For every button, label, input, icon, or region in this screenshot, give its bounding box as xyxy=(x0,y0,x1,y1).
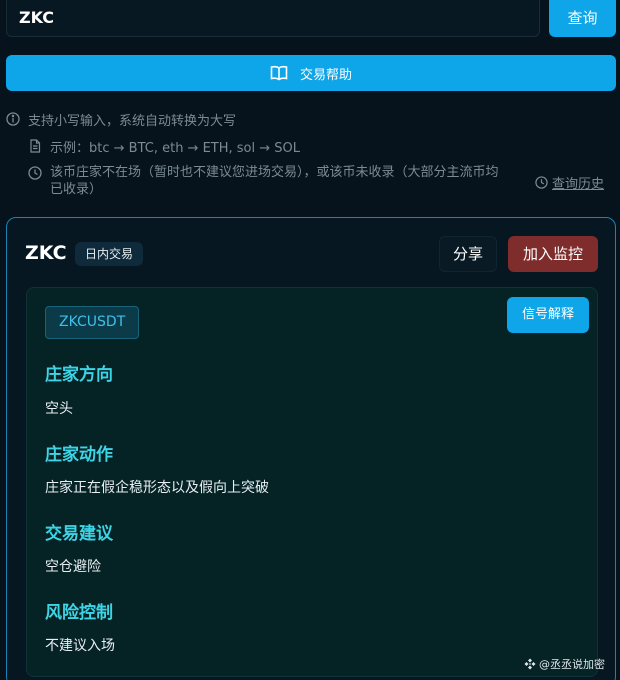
query-history-label: 查询历史 xyxy=(552,177,605,192)
watermark: @丞丞说加密 xyxy=(524,656,605,672)
book-open-icon xyxy=(270,65,288,81)
trading-help-label: 交易帮助 xyxy=(299,67,352,83)
section-title-risk: 风险控制 xyxy=(45,603,113,623)
lowercase-hint-text: 支持小写输入，系统自动转换为大写 xyxy=(28,114,237,129)
share-button[interactable]: 分享 xyxy=(439,236,497,272)
search-button[interactable]: 查询 xyxy=(549,0,616,37)
lowercase-hint: 支持小写输入，系统自动转换为大写 xyxy=(6,110,236,129)
watermark-text: @丞丞说加密 xyxy=(539,658,605,671)
search-row: ZKC 查询 xyxy=(6,0,616,38)
section-title-action: 庄家动作 xyxy=(45,445,113,465)
trade-mode-badge: 日内交易 xyxy=(75,242,144,266)
section-title-advice: 交易建议 xyxy=(45,524,113,544)
clock-icon xyxy=(28,166,42,180)
binance-logo-icon xyxy=(524,658,536,670)
symbol-tag: ZKCUSDT xyxy=(45,306,140,339)
add-monitor-button[interactable]: 加入监控 xyxy=(508,236,598,272)
query-history-link[interactable]: 查询历史 xyxy=(535,173,604,192)
absent-notice: 该币庄家不在场（暂时也不建议您进场交易），或该币未收录（大部分主流币均已收录） xyxy=(28,164,508,198)
document-icon xyxy=(30,139,41,153)
signal-explain-button[interactable]: 信号解释 xyxy=(507,297,589,333)
section-text-direction: 空头 xyxy=(45,401,73,417)
example-hint: 示例：btc → BTC, eth → ETH, sol → SOL xyxy=(28,137,300,156)
search-input[interactable]: ZKC xyxy=(6,0,540,37)
coin-title: ZKC xyxy=(25,242,67,264)
result-card: ZKC 日内交易 分享 加入监控 ZKCUSDT 信号解释 庄家方向 空头 庄家… xyxy=(6,217,616,680)
section-text-advice: 空仓避险 xyxy=(45,559,101,575)
signal-panel: ZKCUSDT 信号解释 庄家方向 空头 庄家动作 庄家正在假企稳形态以及假向上… xyxy=(26,287,598,677)
section-text-risk: 不建议入场 xyxy=(45,638,115,654)
clock-icon xyxy=(535,176,548,189)
example-hint-text: 示例：btc → BTC, eth → ETH, sol → SOL xyxy=(50,141,301,156)
absent-notice-text: 该币庄家不在场（暂时也不建议您进场交易），或该币未收录（大部分主流币均已收录） xyxy=(50,165,499,197)
info-icon xyxy=(6,112,20,126)
section-text-action: 庄家正在假企稳形态以及假向上突破 xyxy=(45,480,269,496)
trading-help-button[interactable]: 交易帮助 xyxy=(6,55,616,91)
section-title-direction: 庄家方向 xyxy=(45,365,113,385)
